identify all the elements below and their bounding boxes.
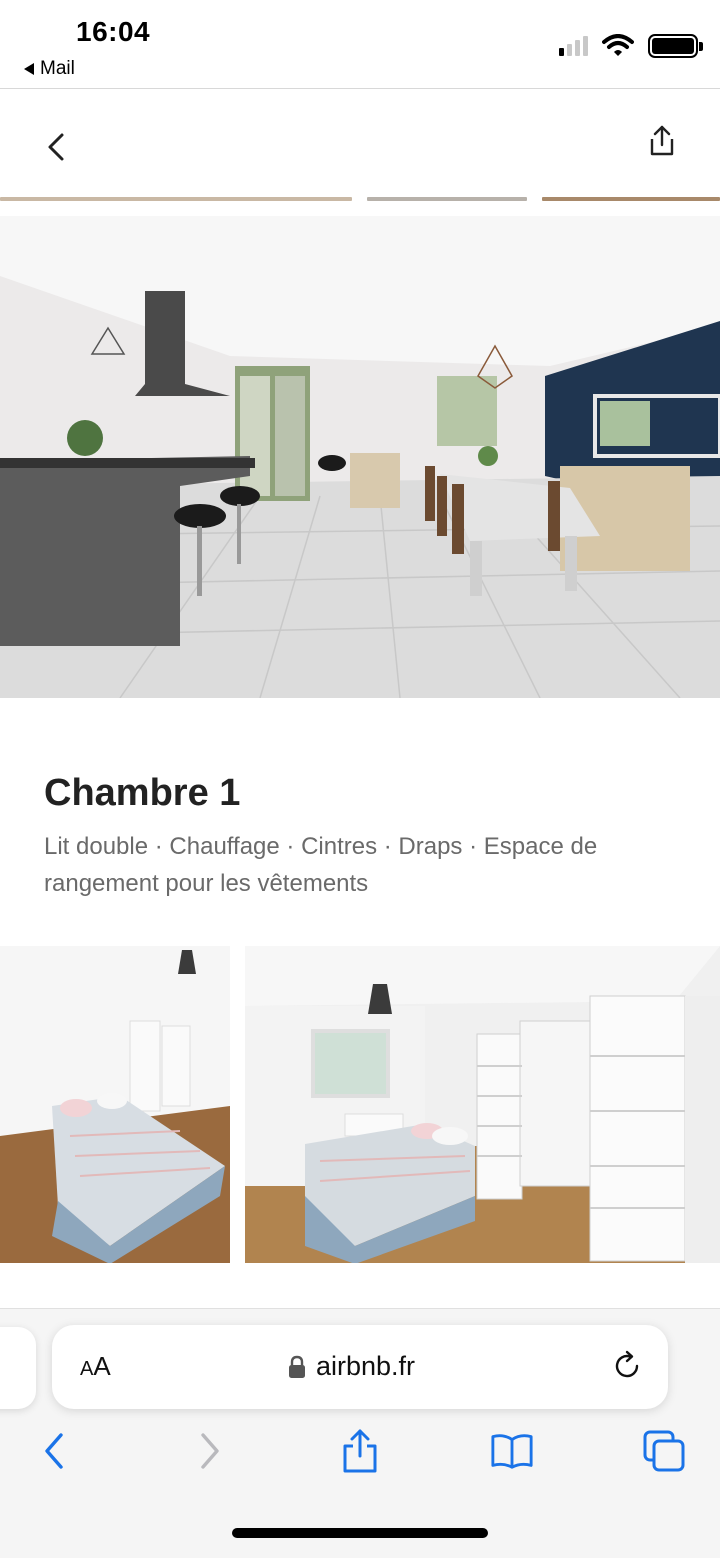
forward-arrow-icon — [201, 1433, 219, 1469]
back-app-label: Mail — [40, 58, 75, 79]
back-button[interactable] — [40, 129, 76, 165]
address-bar[interactable]: AA airbnb.fr — [52, 1325, 668, 1409]
lock-icon — [289, 1355, 305, 1378]
text-size-button[interactable]: AA — [80, 1351, 111, 1382]
reload-button[interactable] — [610, 1349, 644, 1383]
living-room-photo[interactable] — [0, 216, 720, 698]
bedroom-photo-wardrobe[interactable] — [245, 946, 720, 1263]
tabs-icon — [643, 1430, 685, 1472]
browser-toolbar: AA airbnb.fr — [0, 1309, 720, 1558]
back-triangle-icon — [24, 63, 34, 75]
browser-back-button[interactable] — [32, 1429, 76, 1473]
status-bar: 16:04 Mail — [0, 0, 720, 88]
previous-photo-strip — [367, 197, 527, 201]
previous-photo-strip — [0, 197, 352, 201]
battery-icon — [648, 34, 703, 58]
cellular-signal-icon — [559, 36, 588, 56]
status-time: 16:04 — [76, 16, 151, 47]
share-icon — [343, 1429, 377, 1473]
room-title: Chambre 1 — [44, 772, 241, 814]
status-icons — [559, 34, 703, 58]
share-button[interactable] — [644, 123, 680, 159]
bedroom-photo[interactable] — [0, 946, 230, 1263]
text-size-large-a: A — [93, 1351, 111, 1381]
tabs-button[interactable] — [642, 1429, 686, 1473]
previous-photo-strip — [542, 197, 720, 201]
url-text: airbnb.fr — [316, 1351, 416, 1381]
url-display[interactable]: airbnb.fr — [288, 1351, 415, 1382]
chevron-left-icon — [48, 133, 64, 161]
bookmarks-button[interactable] — [490, 1429, 534, 1473]
home-indicator[interactable] — [232, 1528, 488, 1538]
bookmarks-icon — [491, 1434, 533, 1469]
reload-icon — [615, 1350, 639, 1378]
listing-header — [0, 89, 720, 199]
previous-tab-peek[interactable] — [0, 1327, 36, 1409]
browser-forward-button[interactable] — [188, 1429, 232, 1473]
back-to-app-link[interactable]: Mail — [24, 58, 75, 80]
text-size-small-a: A — [80, 1358, 94, 1380]
room-amenities: Lit double · Chauffage · Cintres · Draps… — [44, 833, 598, 897]
wifi-icon — [602, 34, 634, 56]
back-arrow-icon — [45, 1433, 63, 1469]
browser-share-button[interactable] — [338, 1429, 382, 1473]
share-icon — [650, 125, 674, 156]
